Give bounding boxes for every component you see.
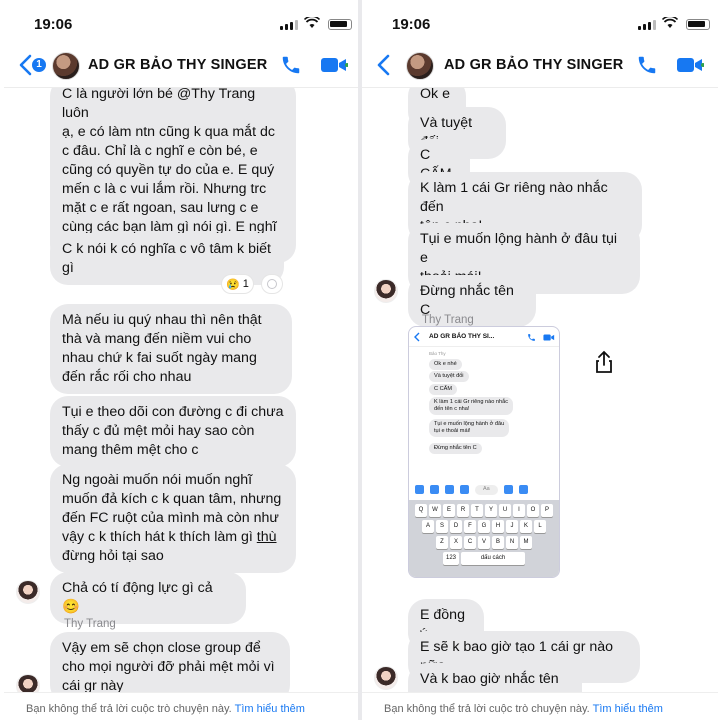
status-time: 19:06: [34, 16, 73, 33]
status-time: 19:06: [392, 16, 431, 33]
keyboard-key: G: [478, 520, 490, 533]
chat-header: 1 AD GR BẢO THY SINGER: [4, 44, 360, 88]
keyboard-key: D: [450, 520, 462, 533]
embedded-bubble: C CẤM: [429, 384, 458, 395]
embedded-keyboard: QWERTYUIOP ASDFGHJKL ZXCVBNM 123 dấu cách: [409, 500, 559, 577]
keyboard-key: Z: [436, 536, 448, 549]
reaction-pill[interactable]: 😢 1: [222, 275, 253, 293]
sender-name: Thy Trang: [64, 618, 116, 630]
keyboard-key: A: [422, 520, 434, 533]
space-key: dấu cách: [461, 552, 525, 565]
reply-disabled-footer: Bạn không thể trả lời cuộc trò chuyện nà…: [4, 692, 360, 720]
keyboard-key: L: [534, 520, 546, 533]
wifi-icon: [304, 17, 320, 28]
message-bubble: Vậy em sẽ chọn close group để cho mọi ng…: [50, 632, 290, 692]
embedded-bubble: Và tuyệt đối: [429, 371, 469, 382]
signal-icon: [638, 20, 656, 30]
keyboard-key: T: [471, 504, 483, 517]
num-key: 123: [443, 552, 459, 565]
message-bubble: Chả có tí động lực gì cả 😊: [50, 572, 246, 624]
keyboard-key: W: [429, 504, 441, 517]
embedded-bubble: K làm 1 cái Gr riêng nào nhắc đến tên c …: [429, 397, 513, 415]
chat-title[interactable]: AD GR BẢO THY SINGER: [444, 57, 623, 73]
keyboard-key: B: [492, 536, 504, 549]
embedded-bubble: Ok e nhé: [429, 359, 462, 370]
keyboard-key: S: [436, 520, 448, 533]
message-bubble: Mà nếu iu quý nhau thì nên thật thà và m…: [50, 304, 292, 394]
keyboard-key: M: [520, 536, 532, 549]
message-text: Ng ngoài muốn nói muốn nghĩ muốn đả kích…: [62, 472, 282, 545]
embedded-input: Aa: [475, 485, 498, 495]
video-call-icon: [543, 334, 555, 341]
keyboard-key: J: [506, 520, 518, 533]
learn-more-link[interactable]: Tìm hiểu thêm: [593, 703, 663, 715]
status-bar: 19:06: [4, 0, 360, 44]
embedded-bubble: Tụi e muốn lộng hành ở đâu tụi e thoải m…: [429, 419, 510, 437]
keyboard-key: Q: [415, 504, 427, 517]
reply-disabled-footer: Bạn không thể trả lời cuộc trò chuyện nà…: [362, 692, 718, 720]
footer-text: Bạn không thể trả lời cuộc trò chuyện nà…: [26, 703, 232, 715]
battery-icon: [328, 19, 352, 30]
embedded-screenshot-image[interactable]: AD GR BẢO THY SI... Bảo Thy Ok e nhé Và …: [408, 326, 560, 578]
message-text: đừng hỏi tại sao: [62, 548, 164, 564]
keyboard-key: K: [520, 520, 532, 533]
keyboard-key: V: [478, 536, 490, 549]
keyboard-key: I: [513, 504, 525, 517]
phone-call-icon[interactable]: [280, 54, 302, 76]
embedded-composer-toolbar: Aa: [409, 482, 559, 498]
message-bubble: Ng ngoài muốn nói muốn nghĩ muốn đả kích…: [50, 464, 296, 573]
embedded-header: AD GR BẢO THY SI...: [409, 327, 559, 347]
group-avatar[interactable]: [52, 52, 80, 80]
keyboard-key: U: [499, 504, 511, 517]
sender-avatar[interactable]: [16, 580, 40, 604]
share-icon[interactable]: [594, 350, 614, 374]
chat-title[interactable]: AD GR BẢO THY SINGER: [88, 57, 267, 73]
video-call-icon[interactable]: [320, 55, 348, 75]
phone-call-icon[interactable]: [636, 54, 658, 76]
sender-avatar[interactable]: [16, 674, 40, 692]
learn-more-link[interactable]: Tìm hiểu thêm: [235, 703, 305, 715]
left-chat-screenshot: 19:06 1 AD GR BẢO THY SINGER C là người …: [4, 0, 360, 720]
message-list[interactable]: C là người lớn bé @Thy Trang luôn ạ, e c…: [4, 88, 360, 692]
keyboard-key: O: [527, 504, 539, 517]
battery-icon: [686, 19, 710, 30]
message-bubble: Tụi e theo dõi con đường c đi chưa thấy …: [50, 396, 296, 467]
sender-avatar[interactable]: [374, 279, 398, 303]
video-call-icon[interactable]: [676, 55, 704, 75]
keyboard-key: X: [450, 536, 462, 549]
sender-name: Thy Trang: [422, 314, 474, 326]
status-bar: 19:06: [362, 0, 718, 44]
keyboard-key: R: [457, 504, 469, 517]
embedded-title: AD GR BẢO THY SI...: [429, 333, 495, 340]
unread-badge: 1: [32, 58, 46, 72]
phone-call-icon: [528, 334, 535, 341]
footer-text: Bạn không thể trả lời cuộc trò chuyện nà…: [384, 703, 590, 715]
back-chevron-icon: [414, 332, 420, 342]
chat-header: AD GR BẢO THY SINGER: [362, 44, 718, 88]
keyboard-key: C: [464, 536, 476, 549]
right-chat-screenshot: 19:06 AD GR BẢO THY SINGER Ok e nhé Và t…: [362, 0, 718, 720]
keyboard-key: N: [506, 536, 518, 549]
underlined-word: thù: [256, 529, 277, 545]
keyboard-key: Y: [485, 504, 497, 517]
keyboard-key: E: [443, 504, 455, 517]
wifi-icon: [662, 17, 678, 28]
embedded-bubble: Đừng nhắc tên C: [429, 443, 482, 454]
crying-emoji-icon: 😢: [226, 278, 240, 291]
back-chevron-icon[interactable]: [372, 52, 398, 78]
embedded-sender: Bảo Thy: [429, 351, 446, 356]
keyboard-key: F: [464, 520, 476, 533]
keyboard-key: H: [492, 520, 504, 533]
add-reaction-icon[interactable]: [262, 275, 282, 293]
keyboard-key: P: [541, 504, 553, 517]
signal-icon: [280, 20, 298, 30]
group-avatar[interactable]: [406, 52, 434, 80]
reaction-count: 1: [242, 278, 249, 290]
